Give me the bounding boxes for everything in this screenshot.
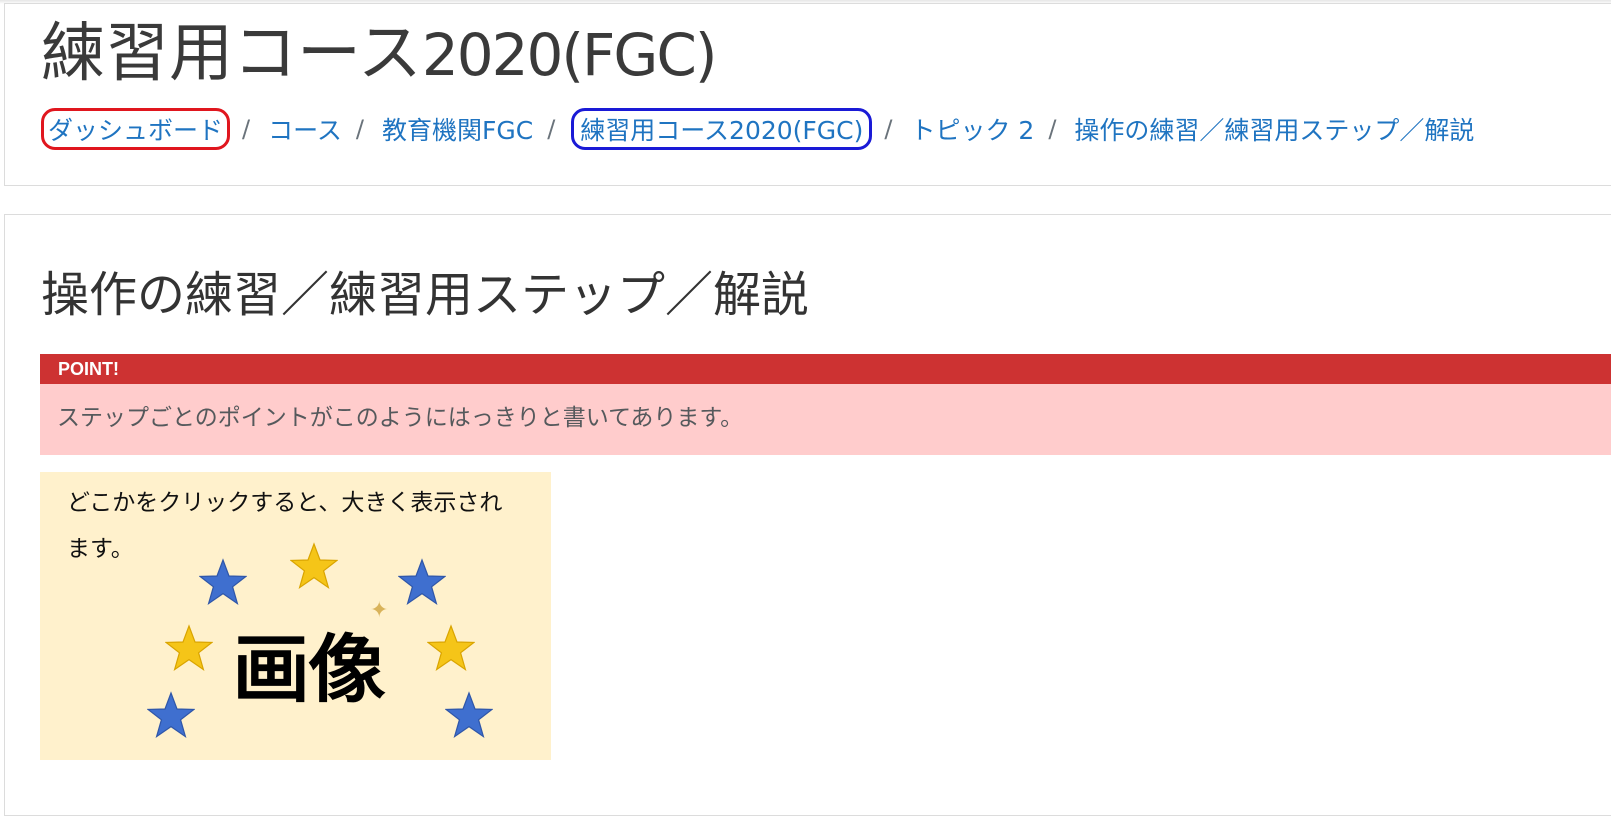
breadcrumb-topic[interactable]: トピック 2 [908,109,1036,149]
gold-star-icon [290,542,338,590]
breadcrumb-separator: / [884,115,893,143]
breadcrumb-dashboard[interactable]: ダッシュボード [41,108,231,150]
blue-star-icon [398,558,446,606]
gold-star-icon [165,624,213,672]
blue-star-icon [445,691,493,739]
image-word: 画像 [232,627,385,713]
breadcrumb: ダッシュボード / コース / 教育機関FGC / 練習用コース2020(FGC… [41,108,1476,150]
main-content: 操作の練習／練習用ステップ／解説 POINT! ステップごとのポイントがこのよう… [4,214,1611,816]
breadcrumb-separator: / [547,115,556,143]
breadcrumb-course[interactable]: 練習用コース2020(FGC) [571,108,873,150]
breadcrumb-separator: / [242,115,251,143]
clickable-image[interactable]: どこかをクリックすると、大きく表示されます。 ✦ 画像 [40,472,551,760]
page-heading: 操作の練習／練習用ステップ／解説 [41,267,810,323]
blue-star-icon [199,558,247,606]
course-title-latin: 2020(FGC) [421,21,718,89]
point-label: POINT! [40,354,1611,384]
breadcrumb-separator: / [355,115,364,143]
breadcrumb-current-page[interactable]: 操作の練習／練習用ステップ／解説 [1072,109,1476,149]
breadcrumb-separator: / [1048,115,1057,143]
course-title-jp: 練習用コース [41,17,422,91]
breadcrumb-courses[interactable]: コース [266,109,344,149]
page-header: 練習用コース2020(FGC) ダッシュボード / コース / 教育機関FGC … [4,3,1611,186]
course-title: 練習用コース2020(FGC) [41,10,718,99]
breadcrumb-institution[interactable]: 教育機関FGC [380,109,535,149]
gold-star-icon [427,624,475,672]
point-text: ステップごとのポイントがこのようにはっきりと書いてあります。 [40,384,1611,455]
blue-star-icon [147,691,195,739]
point-callout: POINT! ステップごとのポイントがこのようにはっきりと書いてあります。 [40,354,1611,455]
